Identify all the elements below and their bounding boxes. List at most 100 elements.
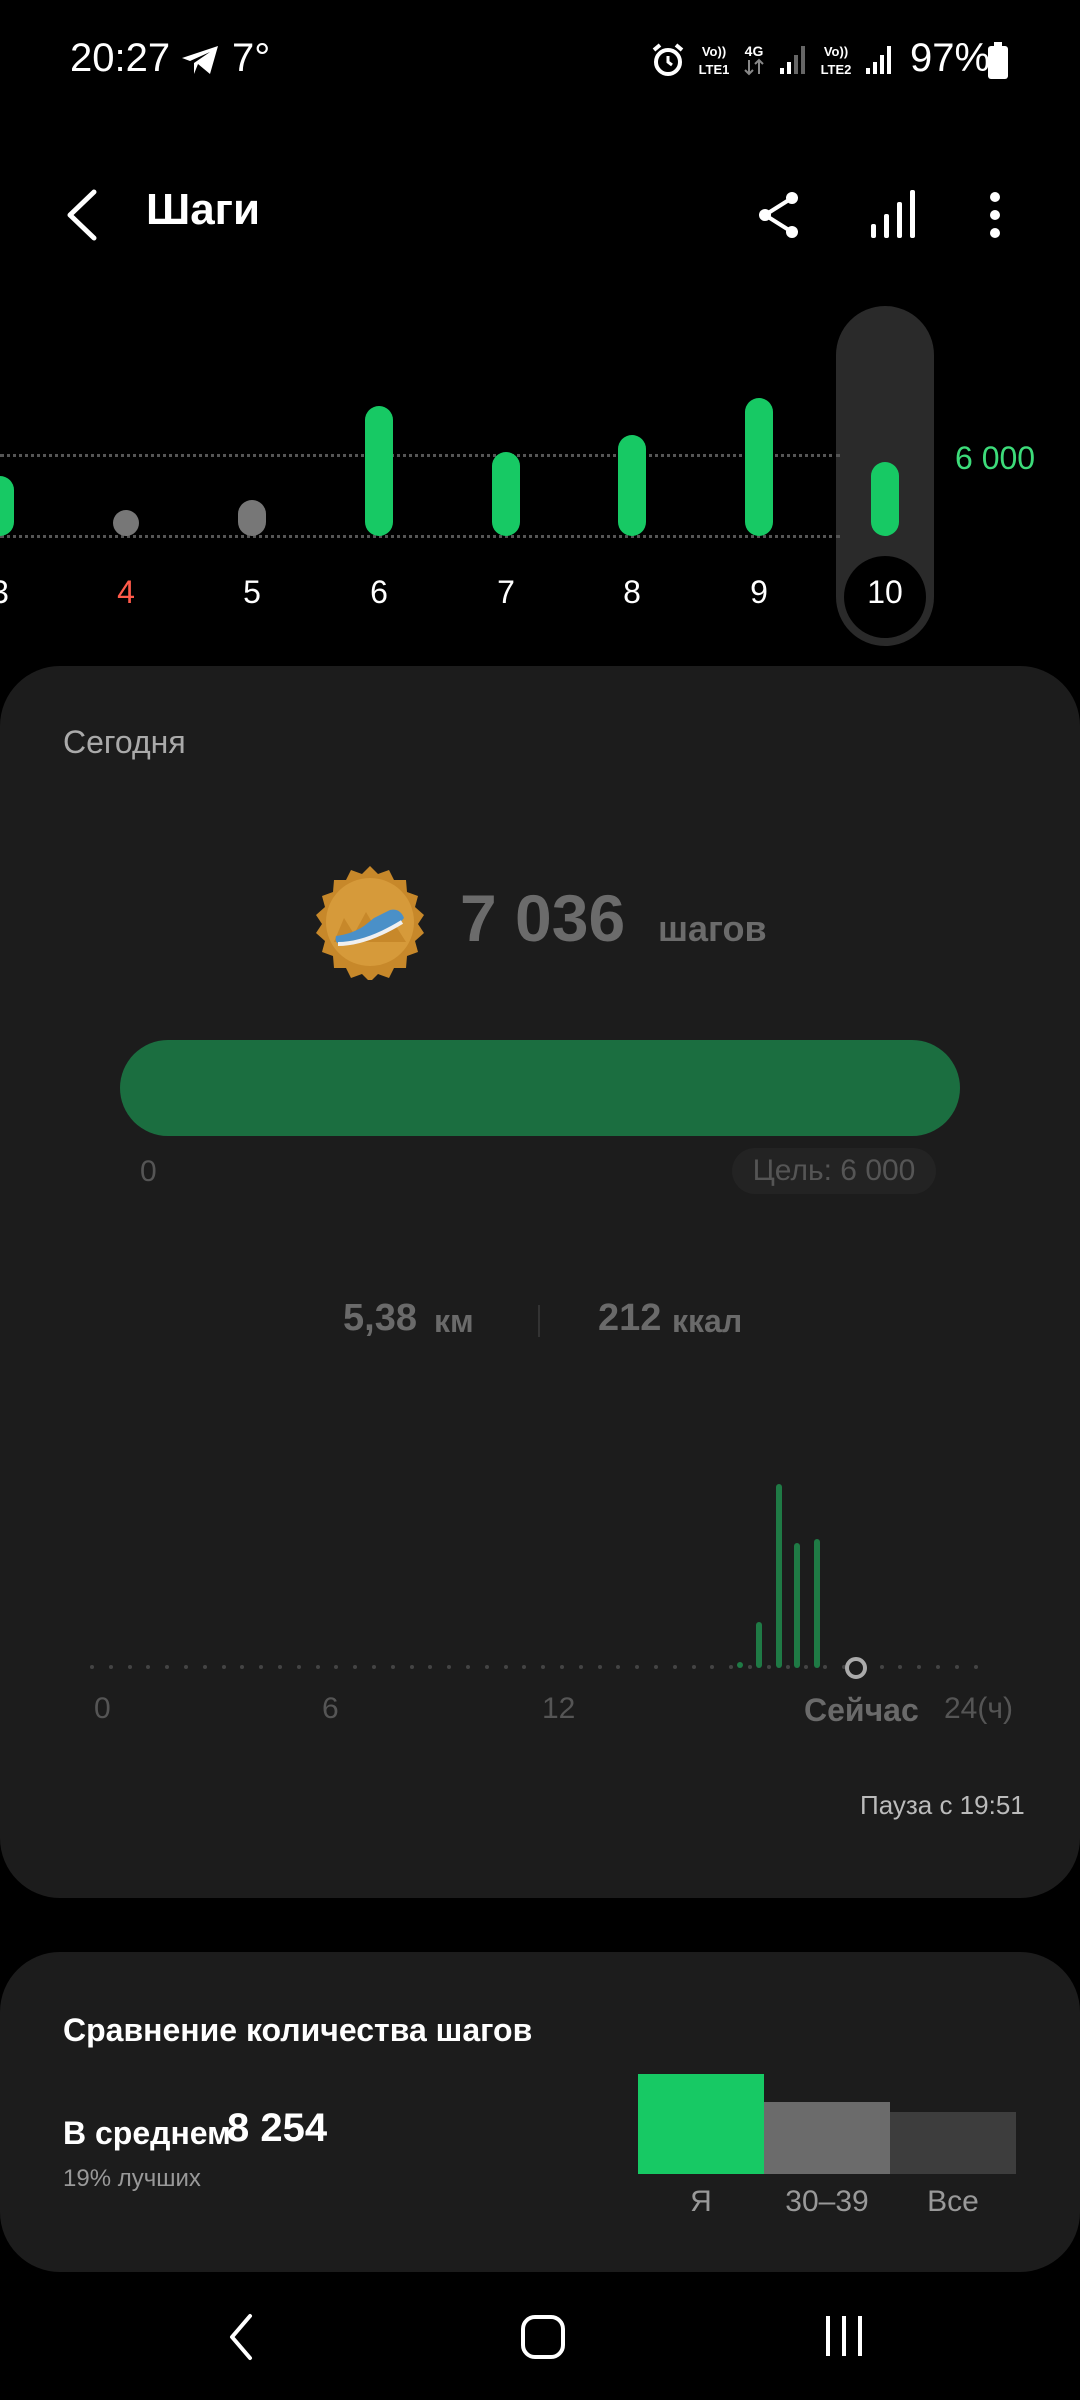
svg-text:LTE2: LTE2: [821, 62, 852, 77]
signal-icon: [780, 46, 805, 74]
share-icon[interactable]: [756, 190, 802, 240]
hour-dot: [184, 1665, 188, 1669]
hourly-bar: [794, 1542, 800, 1668]
day-bar[interactable]: [618, 435, 646, 536]
hour-dot: [973, 1665, 978, 1669]
percentile-label: 19% лучших: [63, 2165, 201, 2192]
nav-home-icon[interactable]: [520, 2314, 566, 2360]
hour-dot: [484, 1665, 489, 1669]
hour-dot: [560, 1665, 564, 1669]
hour-dot: [879, 1665, 884, 1669]
back-icon[interactable]: [60, 188, 104, 242]
hour-dot: [785, 1665, 790, 1669]
today-steps-unit: шагов: [658, 908, 767, 949]
status-temperature: 7°: [232, 36, 271, 80]
day-label[interactable]: 9: [729, 574, 789, 611]
day-label[interactable]: 5: [222, 574, 282, 611]
status-battery: 97%: [910, 36, 991, 80]
hour-dot: [202, 1665, 207, 1669]
svg-text:Vo)): Vo)): [824, 44, 848, 59]
hour-dot: [221, 1665, 226, 1669]
comparison-label: Я: [690, 2185, 712, 2218]
comparison-bar: [890, 2112, 1016, 2174]
hour-dot: [127, 1665, 132, 1669]
average-label: В среднем: [63, 2115, 231, 2151]
navigation-bar: [0, 2270, 1080, 2400]
hour-dot: [654, 1665, 658, 1669]
step-badge-icon: [316, 866, 424, 980]
comparison-bar: [764, 2102, 890, 2174]
day-bar[interactable]: [238, 500, 266, 536]
day-label[interactable]: 10: [855, 574, 915, 611]
average-value: 8 254: [227, 2106, 328, 2150]
volte-lte1-icon: Vo)) LTE1: [699, 44, 730, 77]
hour-dot: [954, 1665, 959, 1669]
goal-label[interactable]: Цель: 6 000: [732, 1148, 936, 1194]
more-icon[interactable]: [988, 190, 1002, 240]
hour-dot: [748, 1665, 752, 1669]
hourly-bar: [776, 1484, 782, 1668]
hour-dot: [296, 1665, 301, 1669]
hourly-bar: [737, 1662, 743, 1668]
hour-label: 0: [94, 1692, 111, 1725]
pause-label: Пауза с 19:51: [860, 1790, 1025, 1820]
nav-back-icon[interactable]: [226, 2312, 256, 2362]
svg-text:LTE1: LTE1: [699, 62, 730, 77]
day-bar[interactable]: [871, 462, 899, 536]
day-bar[interactable]: [365, 406, 393, 536]
day-label[interactable]: 8: [602, 574, 662, 611]
status-bar: 20:27 7° Vo)) LTE1 4G Vo)) LTE2 97%: [0, 0, 1080, 120]
signal-icon: [866, 46, 891, 74]
hour-dot: [578, 1665, 583, 1669]
today-steps-value: 7 036: [460, 881, 626, 955]
hour-dot: [108, 1665, 113, 1669]
page-title: Шаги: [146, 185, 261, 234]
alarm-icon: [652, 43, 684, 76]
status-time: 20:27: [70, 36, 171, 80]
hour-dot: [597, 1665, 602, 1669]
comparison-label: Все: [927, 2185, 979, 2218]
hourly-bar: [814, 1539, 820, 1668]
hour-label: 6: [322, 1692, 339, 1725]
hour-dot: [466, 1665, 470, 1669]
day-label[interactable]: 4: [96, 574, 156, 611]
day-bar[interactable]: [113, 510, 139, 536]
calories-value: 212: [598, 1297, 662, 1339]
now-label: Сейчас: [804, 1692, 919, 1728]
volte-lte2-icon: Vo)) LTE2: [821, 44, 852, 77]
hour-dot: [390, 1665, 395, 1669]
comparison-title: Сравнение количества шагов: [63, 2012, 533, 2048]
day-bar[interactable]: [0, 476, 14, 536]
battery-icon: [988, 42, 1008, 79]
comparison-label: 30–39: [785, 2185, 869, 2218]
hour-dot: [409, 1665, 414, 1669]
hour-dot: [691, 1665, 696, 1669]
stats-divider: [538, 1305, 540, 1337]
hour-dot: [936, 1665, 940, 1669]
day-bar[interactable]: [492, 452, 520, 536]
distance-value: 5,38: [343, 1297, 417, 1339]
hour-dot: [503, 1665, 508, 1669]
steps-progress-bar: [120, 1040, 960, 1136]
comparison-bar: [638, 2074, 764, 2174]
calories-unit: ккал: [672, 1303, 743, 1339]
day-bar[interactable]: [745, 398, 773, 536]
hourly-bar: [756, 1622, 762, 1668]
svg-text:Vo)): Vo)): [702, 44, 726, 59]
day-label[interactable]: 3: [0, 574, 30, 611]
goal-line: [0, 454, 840, 457]
hour-dot: [766, 1665, 771, 1669]
nav-recents-icon[interactable]: [822, 2314, 868, 2358]
hour-dot: [90, 1665, 94, 1669]
hour-dot: [278, 1665, 282, 1669]
progress-start-label: 0: [140, 1155, 157, 1188]
day-label[interactable]: 7: [476, 574, 536, 611]
4g-icon: 4G: [744, 43, 764, 76]
svg-text:4G: 4G: [745, 43, 764, 59]
hour-dot: [315, 1665, 320, 1669]
day-label[interactable]: 6: [349, 574, 409, 611]
goal-line-label: 6 000: [955, 440, 1036, 476]
telegram-icon: [182, 46, 218, 74]
today-label: Сегодня: [63, 724, 186, 760]
stats-icon[interactable]: [868, 188, 918, 240]
